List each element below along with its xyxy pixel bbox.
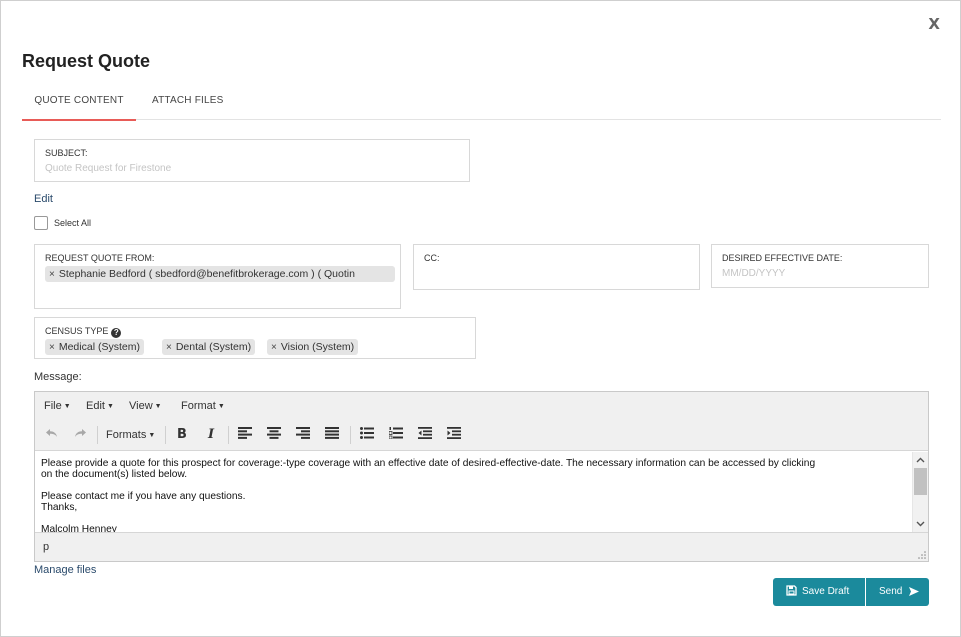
- select-all-label: Select All: [54, 218, 92, 228]
- manage-files-link[interactable]: Manage files: [34, 564, 96, 576]
- menu-format[interactable]: Format ▼: [181, 400, 225, 412]
- align-left-icon[interactable]: [235, 426, 255, 444]
- send-button[interactable]: Send: [866, 578, 929, 606]
- resize-handle-icon[interactable]: [918, 551, 926, 559]
- message-line: Thanks,: [41, 502, 78, 513]
- message-label: Message:: [34, 371, 82, 383]
- align-center-icon[interactable]: [264, 426, 284, 444]
- request-quote-from-label: REQUEST QUOTE FROM:: [45, 253, 155, 263]
- census-chip-medical[interactable]: × Medical (System): [45, 339, 144, 355]
- message-line: Malcolm Henney: [41, 524, 117, 532]
- undo-icon[interactable]: [43, 426, 61, 444]
- align-right-icon[interactable]: [293, 426, 313, 444]
- toolbar-divider: [350, 426, 351, 444]
- toolbar-divider: [228, 426, 229, 444]
- tab-quote-content[interactable]: QUOTE CONTENT: [22, 95, 136, 121]
- scroll-down-icon[interactable]: [913, 518, 928, 530]
- census-chip-dental[interactable]: × Dental (System): [162, 339, 256, 355]
- select-all-checkbox[interactable]: [34, 216, 48, 230]
- formats-dropdown[interactable]: Formats ▼: [106, 426, 155, 444]
- cc-label: CC:: [424, 253, 440, 263]
- remove-chip-icon[interactable]: ×: [49, 342, 55, 353]
- italic-icon[interactable]: I: [202, 426, 220, 444]
- effective-date-input[interactable]: MM/DD/YYYY: [722, 268, 785, 279]
- close-button[interactable]: X: [928, 15, 940, 33]
- recipient-chip[interactable]: × Stephanie Bedford ( sbedford@benefitbro…: [45, 266, 395, 282]
- effective-date-field[interactable]: DESIRED EFFECTIVE DATE: MM/DD/YYYY: [711, 244, 929, 288]
- remove-chip-icon[interactable]: ×: [166, 342, 172, 353]
- request-quote-from-field[interactable]: REQUEST QUOTE FROM: × Stephanie Bedford (…: [34, 244, 401, 309]
- outdent-icon[interactable]: [415, 426, 435, 444]
- bullet-list-icon[interactable]: [357, 426, 377, 444]
- effective-date-label: DESIRED EFFECTIVE DATE:: [722, 253, 843, 263]
- recipient-chip-label: Stephanie Bedford ( sbedford@benefitbrok…: [58, 268, 355, 280]
- toolbar-divider: [97, 426, 98, 444]
- scroll-up-icon[interactable]: [913, 454, 928, 466]
- request-quote-modal: X Request Quote QUOTE CONTENT ATTACH FIL…: [0, 0, 961, 637]
- editor-content[interactable]: Please provide a quote for this prospect…: [35, 452, 928, 532]
- subject-field[interactable]: SUBJECT: Quote Request for Firestone: [34, 139, 470, 182]
- indent-icon[interactable]: [444, 426, 464, 444]
- bold-icon[interactable]: B: [173, 426, 191, 444]
- remove-chip-icon[interactable]: ×: [49, 269, 55, 280]
- census-chip-label: Vision (System): [280, 341, 355, 353]
- edit-link[interactable]: Edit: [34, 193, 53, 205]
- numbered-list-icon[interactable]: [386, 426, 406, 444]
- save-draft-label: Save Draft: [802, 586, 850, 597]
- remove-chip-icon[interactable]: ×: [271, 342, 277, 353]
- save-icon: [786, 580, 797, 608]
- cc-field[interactable]: CC:: [413, 244, 700, 290]
- subject-input[interactable]: Quote Request for Firestone: [45, 163, 171, 174]
- background-strip: [61, 0, 291, 3]
- help-icon[interactable]: ?: [111, 328, 122, 338]
- modal-title: Request Quote: [22, 51, 151, 71]
- subject-label: SUBJECT:: [45, 148, 88, 158]
- editor-statusbar: p: [35, 532, 928, 561]
- message-line: on the document(s) listed below.: [41, 469, 188, 480]
- census-chip-label: Medical (System): [58, 341, 140, 353]
- send-arrow-icon: [909, 580, 920, 608]
- census-type-label: CENSUS TYPE: [45, 326, 109, 336]
- send-label: Send: [879, 586, 903, 597]
- editor-toolbar: Formats ▼ B I: [35, 420, 928, 451]
- tab-attach-files[interactable]: ATTACH FILES: [152, 95, 223, 106]
- editor-menubar: File ▼ Edit ▼ View ▼ Format ▼: [35, 392, 928, 420]
- scroll-thumb[interactable]: [914, 468, 927, 495]
- tab-bar: QUOTE CONTENT ATTACH FILES: [22, 87, 941, 121]
- menu-edit[interactable]: Edit ▼: [86, 400, 114, 412]
- message-line: Please provide a quote for this prospect…: [41, 458, 816, 469]
- redo-icon[interactable]: [71, 426, 89, 444]
- menu-file[interactable]: File ▼: [44, 400, 71, 412]
- census-chip-label: Dental (System): [175, 341, 252, 353]
- census-type-label-wrap: CENSUS TYPE?: [45, 326, 122, 338]
- element-path[interactable]: p: [43, 541, 49, 553]
- save-draft-button[interactable]: Save Draft: [773, 578, 865, 606]
- align-justify-icon[interactable]: [322, 426, 342, 444]
- census-type-field[interactable]: CENSUS TYPE? × Medical (System) × Dental (…: [34, 317, 476, 359]
- toolbar-divider: [165, 426, 166, 444]
- menu-view[interactable]: View ▼: [129, 400, 162, 412]
- census-chip-vision[interactable]: × Vision (System): [267, 339, 359, 355]
- editor-scrollbar[interactable]: [912, 452, 928, 532]
- message-line: Please contact me if you have any questi…: [41, 491, 246, 502]
- message-editor: File ▼ Edit ▼ View ▼ Format ▼ Formats ▼ B I: [34, 391, 929, 562]
